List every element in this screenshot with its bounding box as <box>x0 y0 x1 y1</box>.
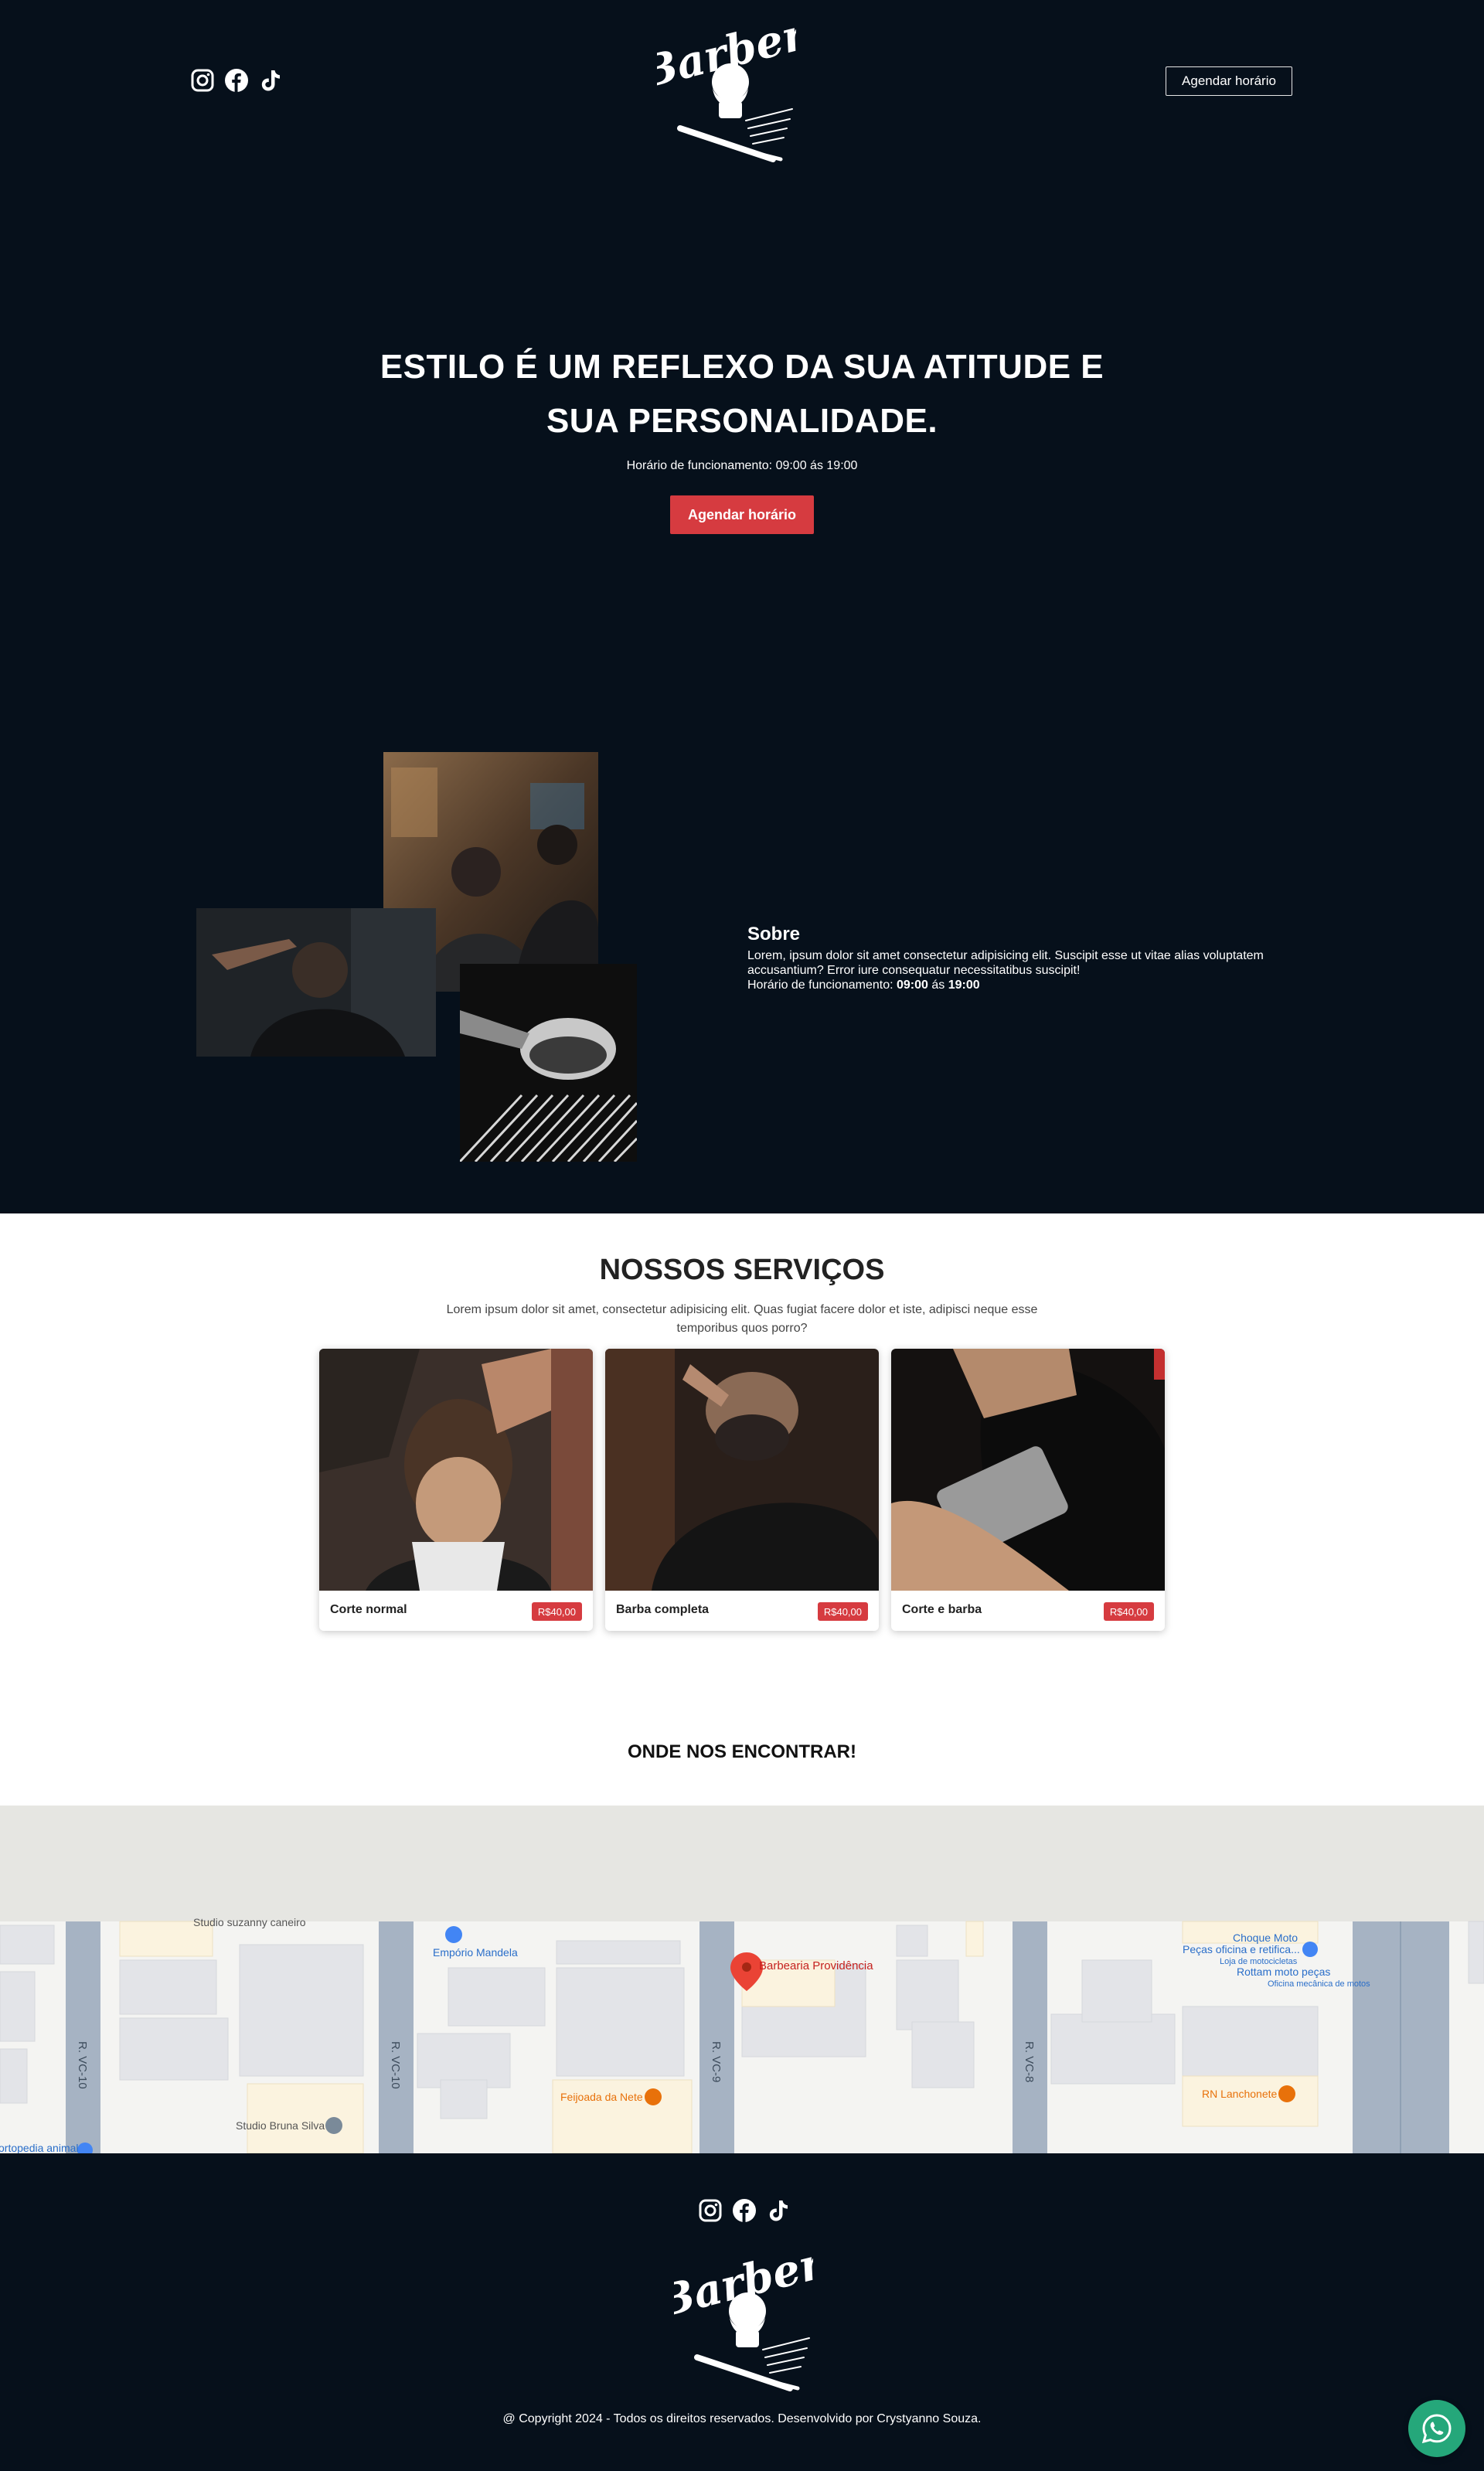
place-label: Feijoada da Nete <box>560 2091 643 2103</box>
map-pin-label: Barbearia Providência <box>759 1959 873 1972</box>
about-text: Sobre Lorem, ipsum dolor sit amet consec… <box>747 924 1281 993</box>
whatsapp-button[interactable] <box>1408 2400 1465 2457</box>
place-label: Studio suzanny caneiro <box>193 1916 306 1928</box>
header-social-links <box>190 68 283 93</box>
about-hours: Horário de funcionamento: 09:00 ás 19:00 <box>747 978 1281 993</box>
street-label: R. VC-9 <box>710 2041 723 2082</box>
whatsapp-icon <box>1421 2414 1452 2444</box>
street-label: R. VC-10 <box>389 2041 402 2089</box>
hero-title: ESTILO É UM REFLEXO DA SUA ATITUDE E SUA… <box>356 340 1128 448</box>
tiktok-icon[interactable] <box>258 68 283 93</box>
barber-logo[interactable]: Barber <box>634 5 813 167</box>
about-section: Sobre Lorem, ipsum dolor sit amet consec… <box>0 696 1484 1213</box>
instagram-icon[interactable] <box>698 2198 723 2223</box>
header-schedule-button[interactable]: Agendar horário <box>1166 66 1292 96</box>
service-name: Corte normal <box>330 1603 407 1616</box>
facebook-icon[interactable] <box>224 68 249 93</box>
footer-barber-logo: Barber <box>651 2234 830 2396</box>
hero-hours: Horário de funcionamento: 09:00 ás 19:00 <box>626 459 858 472</box>
about-hours-open: 09:00 <box>897 979 928 992</box>
place-label: Empório Mandela <box>433 1946 518 1959</box>
about-title: Sobre <box>747 924 801 944</box>
facebook-icon[interactable] <box>732 2198 757 2223</box>
copyright-text: @ Copyright 2024 - Todos os direitos res… <box>502 2412 982 2425</box>
instagram-icon[interactable] <box>190 68 215 93</box>
place-label: Studio Bruna Silva <box>236 2119 325 2132</box>
hero-schedule-button[interactable]: Agendar horário <box>670 495 814 534</box>
service-image <box>605 1349 879 1591</box>
service-name: Corte e barba <box>902 1603 982 1616</box>
place-label: Rottam moto peças <box>1237 1966 1330 1978</box>
hero-section: Barber Agendar horário ESTILO É UM REFLE… <box>0 0 1484 696</box>
about-hours-close: 19:00 <box>948 979 980 992</box>
about-hours-prefix: Horário de funcionamento: <box>747 979 897 992</box>
place-label: RN Lanchonete <box>1202 2088 1278 2100</box>
service-name: Barba completa <box>616 1603 710 1616</box>
location-title: ONDE NOS ENCONTRAR! <box>627 1741 856 1762</box>
hero-title-line-1: ESTILO É UM REFLEXO DA SUA ATITUDE E <box>380 348 1104 386</box>
services-title: NOSSOS SERVIÇOS <box>599 1254 885 1286</box>
about-body: Lorem, ipsum dolor sit amet consectetur … <box>747 949 1264 977</box>
place-label: Choque Moto <box>1233 1932 1298 1944</box>
footer-social-links <box>698 2198 791 2223</box>
service-image <box>891 1349 1165 1591</box>
place-label: Peças oficina e retifica... <box>1183 1943 1300 1955</box>
services-subtitle: Lorem ipsum dolor sit amet, consectetur … <box>446 1303 1038 1335</box>
footer: Barber @ Copyright 2024 - Todos os direi… <box>0 2153 1484 2471</box>
service-card-corte-normal[interactable]: Corte normal R$40,00 <box>319 1349 593 1631</box>
service-card-barba-completa[interactable]: Barba completa R$40,00 <box>605 1349 879 1631</box>
hero-title-line-2: SUA PERSONALIDADE. <box>546 402 938 440</box>
service-image <box>319 1349 593 1591</box>
place-label: ortopedia animal <box>0 2142 79 2153</box>
service-card-corte-e-barba[interactable]: Corte e barba R$40,00 <box>891 1349 1165 1631</box>
service-price: R$40,00 <box>817 1602 868 1621</box>
street-label: R. VC-10 <box>76 2041 89 2089</box>
service-price: R$40,00 <box>1103 1602 1154 1621</box>
street-label: R. VC-8 <box>1023 2041 1036 2082</box>
location-map[interactable]: R. VC-10 R. VC-10 R. VC-9 R. VC-8 Studio… <box>0 1806 1484 2153</box>
service-price: R$40,00 <box>531 1602 582 1621</box>
about-photo-haircut <box>196 908 436 1057</box>
about-hours-mid: ás <box>928 979 948 992</box>
about-photo-shave <box>460 964 637 1162</box>
tiktok-icon[interactable] <box>766 2198 791 2223</box>
place-label: Oficina mecânica de motos <box>1268 1979 1370 1989</box>
